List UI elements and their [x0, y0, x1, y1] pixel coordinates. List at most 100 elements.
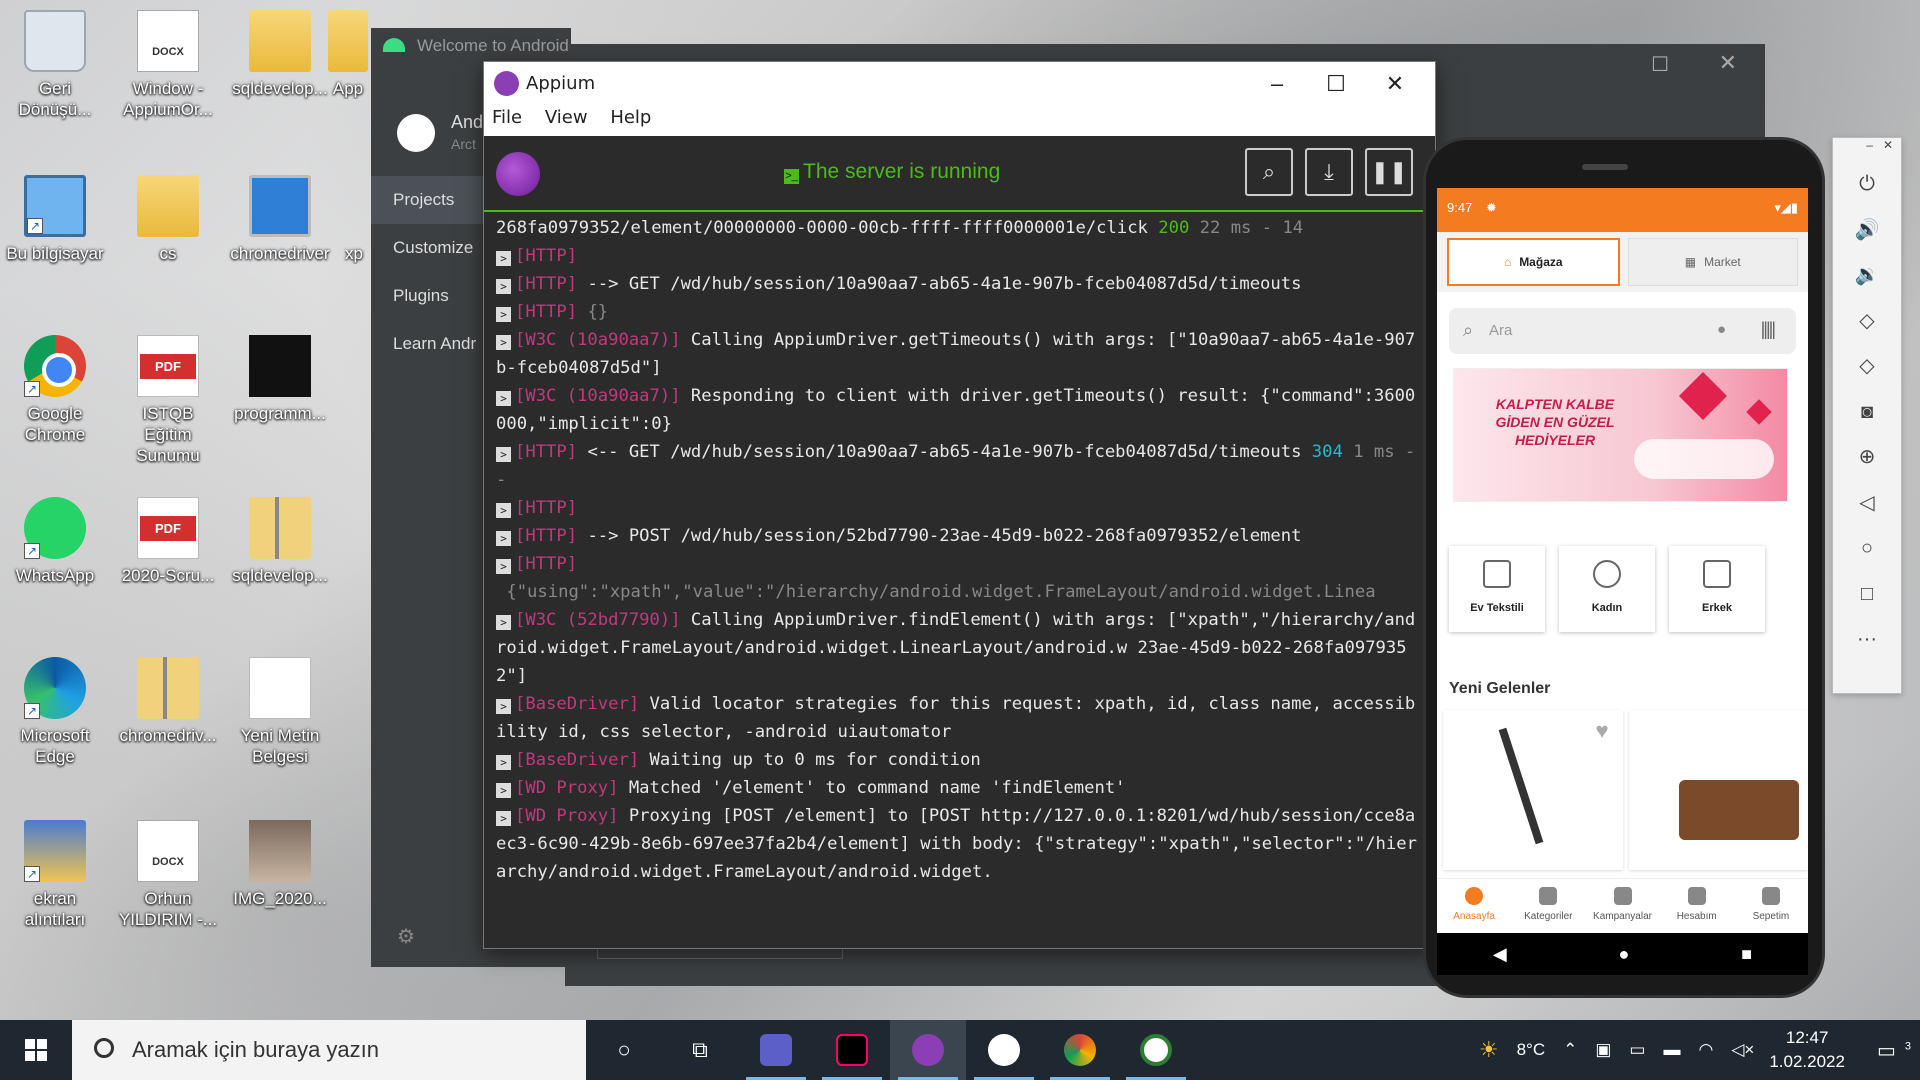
weather-temperature[interactable]: 8°C — [1517, 1040, 1546, 1060]
barcode-icon[interactable]: ||||| — [1761, 319, 1776, 340]
pdf-icon: PDF — [137, 497, 199, 559]
menu-help[interactable]: Help — [610, 106, 651, 130]
nav-hesabim[interactable]: Hesabım — [1660, 879, 1734, 928]
home-icon[interactable]: ○ — [1833, 526, 1901, 572]
desktop-icon-docx[interactable]: DOCX Window -AppiumOr... — [118, 10, 218, 120]
desktop-icon-app[interactable]: App — [328, 10, 368, 99]
tab-magaza[interactable]: ⌂ Mağaza — [1447, 238, 1620, 286]
rotate-left-icon[interactable]: ◇ — [1833, 299, 1901, 345]
desktop-icon-orhun-docx[interactable]: DOCX Orhun YILDIRIM -... — [118, 820, 218, 930]
minimize-icon[interactable]: – — [1866, 138, 1873, 152]
pause-button[interactable]: ❚❚ — [1365, 148, 1413, 196]
notification-center-button[interactable]: ▭ 3 — [1868, 1038, 1911, 1063]
rotate-right-icon[interactable]: ◇ — [1833, 344, 1901, 390]
overview-icon[interactable]: □ — [1833, 572, 1901, 618]
nav-customize[interactable]: Customize — [371, 224, 491, 272]
taskbar-emulator[interactable] — [1118, 1020, 1194, 1080]
taskbar-appium[interactable] — [890, 1020, 966, 1080]
nav-kategoriler[interactable]: Kategoriler — [1511, 879, 1585, 928]
microphone-icon[interactable]: ● — [1717, 321, 1726, 338]
desktop-icon-scrum-pdf[interactable]: PDF 2020-Scru... — [118, 497, 218, 586]
product-card[interactable]: ♥ — [1443, 710, 1623, 870]
desktop-icon-google-chrome[interactable]: ↗ Google Chrome — [5, 335, 105, 445]
home-icon[interactable]: ● — [1619, 944, 1630, 965]
menu-view[interactable]: View — [545, 106, 588, 130]
product-card[interactable] — [1628, 710, 1808, 870]
desktop-icon-cs[interactable]: cs — [118, 175, 218, 264]
desktop-icon-screenshots[interactable]: ↗ ekran alıntıları — [5, 820, 105, 930]
desktop-icon-sqldeveloper-zip[interactable]: sqldevelop... — [230, 497, 330, 586]
desktop-icon-this-pc[interactable]: ↗ Bu bilgisayar — [5, 175, 105, 264]
taskbar-chrome[interactable] — [1042, 1020, 1118, 1080]
desktop-icon-programm[interactable]: programm... — [230, 335, 330, 424]
taskbar-teams[interactable] — [738, 1020, 814, 1080]
desktop-icon-microsoft-edge[interactable]: ↗ Microsoft Edge — [5, 657, 105, 767]
volume-down-icon[interactable]: 🔉 — [1833, 253, 1901, 299]
battery-icon[interactable]: ▬ — [1663, 1040, 1680, 1060]
close-button[interactable]: ✕ — [1372, 68, 1418, 100]
minimize-button[interactable]: – — [1254, 68, 1300, 100]
emulator-screen[interactable]: 9:47 ✹ ▾◢▮ ⌂ Mağaza ▦ Market ⌕ Ara ● |||||… — [1437, 188, 1808, 933]
favorite-heart-icon[interactable]: ♥ — [1595, 718, 1608, 744]
maximize-button[interactable]: ☐ — [1313, 68, 1359, 100]
taskbar-search[interactable]: Aramak için buraya yazın — [72, 1020, 586, 1080]
back-icon[interactable]: ◁ — [1833, 481, 1901, 527]
task-view-button[interactable]: ⧉ — [662, 1020, 738, 1080]
nav-kampanyalar[interactable]: Kampanyalar — [1585, 879, 1659, 928]
network-icon[interactable]: ▭ — [1629, 1040, 1645, 1060]
more-icon[interactable]: ··· — [1833, 617, 1901, 663]
meet-now-icon[interactable]: ▣ — [1595, 1040, 1611, 1060]
category-ev-tekstili[interactable]: Ev Tekstili — [1449, 546, 1545, 632]
camera-icon[interactable]: ◙ — [1833, 390, 1901, 436]
appium-window[interactable]: Appium – ☐ ✕ File View Help >_ The server… — [483, 61, 1436, 949]
zoom-icon[interactable]: ⊕ — [1833, 435, 1901, 481]
desktop-icon-chromedriver-zip[interactable]: chromedriv... — [118, 657, 218, 746]
category-kadin[interactable]: Kadın — [1559, 546, 1655, 632]
weather-icon[interactable]: ☀ — [1479, 1037, 1499, 1063]
desktop-icon-recycle-bin[interactable]: Geri Dönüşü... — [5, 10, 105, 120]
chevron-up-icon[interactable]: ⌃ — [1563, 1040, 1577, 1060]
search-button[interactable]: ⌕ — [1245, 148, 1293, 196]
close-icon[interactable]: ✕ — [1719, 50, 1737, 76]
back-icon[interactable]: ◀ — [1493, 944, 1507, 965]
nav-learn[interactable]: Learn Andr — [371, 320, 491, 368]
wifi-icon[interactable]: ◠ — [1698, 1040, 1713, 1060]
category-erkek[interactable]: Erkek — [1669, 546, 1765, 632]
download-icon: ⤓ — [1324, 159, 1334, 184]
promo-banner[interactable]: KALPTEN KALBE GİDEN EN GÜZEL HEDİYELER — [1453, 368, 1788, 502]
power-icon[interactable]: ⏻ — [1833, 162, 1901, 208]
desktop-icon-xp[interactable]: xp — [340, 175, 368, 264]
server-log[interactable]: 268fa0979352/element/00000000-0000-00cb-… — [484, 214, 1435, 948]
menu-file[interactable]: File — [492, 106, 522, 130]
desktop-icon-img[interactable]: IMG_2020... — [230, 820, 330, 909]
overview-icon[interactable]: ■ — [1741, 944, 1752, 965]
clock[interactable]: 12:47 1.02.2022 — [1769, 1026, 1845, 1074]
log-line: 268fa0979352/element/00000000-0000-00cb-… — [496, 214, 1421, 242]
nav-anasayfa[interactable]: Anasayfa — [1437, 879, 1511, 928]
nav-projects[interactable]: Projects — [371, 176, 491, 224]
desktop-icon-sqldeveloper[interactable]: sqldevelop... — [230, 10, 330, 99]
emulator-toolbar: – ✕ ⏻ 🔊 🔉 ◇ ◇ ◙ ⊕ ◁ ○ □ ··· — [1832, 137, 1902, 694]
settings-gear-icon[interactable]: ⚙ — [397, 924, 415, 949]
maximize-icon[interactable]: ☐ — [1651, 52, 1669, 77]
nav-plugins[interactable]: Plugins — [371, 272, 491, 320]
category-label: Erkek — [1702, 602, 1732, 614]
taskbar-intellij[interactable] — [814, 1020, 890, 1080]
tab-market[interactable]: ▦ Market — [1627, 238, 1798, 286]
log-line: > [WD Proxy] Matched '/element' to comman… — [496, 774, 1421, 802]
pdf-icon: PDF — [137, 335, 199, 397]
taskbar-android-studio[interactable] — [966, 1020, 1042, 1080]
desktop-icon-whatsapp[interactable]: ↗ WhatsApp — [5, 497, 105, 586]
cortana-button[interactable]: ○ — [586, 1020, 662, 1080]
search-input[interactable]: ⌕ Ara ● ||||| — [1449, 308, 1796, 354]
desktop-icon-chromedriver[interactable]: chromedriver — [230, 175, 330, 264]
desktop-icon-istqb-pdf[interactable]: PDF ISTQB Eğitim Sunumu — [118, 335, 218, 466]
download-logs-button[interactable]: ⤓ — [1305, 148, 1353, 196]
nav-sepetim[interactable]: Sepetim — [1734, 879, 1808, 928]
desktop-icon-text-document[interactable]: Yeni Metin Belgesi — [230, 657, 330, 767]
start-button[interactable] — [0, 1020, 72, 1080]
volume-up-icon[interactable]: 🔊 — [1833, 208, 1901, 254]
desktop-icon-label: Yeni Metin Belgesi — [240, 726, 320, 766]
close-icon[interactable]: ✕ — [1883, 138, 1893, 152]
volume-muted-icon[interactable]: ◁× — [1731, 1040, 1754, 1060]
